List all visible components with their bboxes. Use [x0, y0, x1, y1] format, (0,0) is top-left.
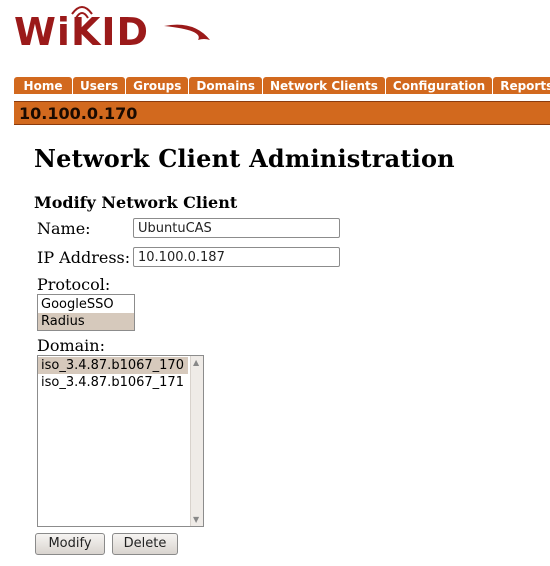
domain-scrollbar[interactable]: ▲ ▼	[190, 356, 203, 526]
tab-configuration[interactable]: Configuration	[385, 77, 493, 94]
tab-reports[interactable]: Reports	[493, 77, 550, 94]
protocol-option-radius[interactable]: Radius	[38, 313, 134, 330]
server-bar: 10.100.0.170	[14, 101, 550, 125]
domain-option-170[interactable]: iso_3.4.87.b1067_170	[38, 357, 188, 374]
domain-listbox[interactable]: iso_3.4.87.b1067_170 iso_3.4.87.b1067_17…	[37, 355, 204, 527]
ip-address-input[interactable]	[133, 247, 340, 267]
page-title: Network Client Administration	[34, 144, 455, 173]
domain-label: Domain:	[37, 336, 105, 355]
tab-domains[interactable]: Domains	[189, 77, 262, 94]
wikid-logo: WiKID	[14, 4, 214, 52]
scroll-down-icon[interactable]: ▼	[193, 515, 199, 524]
name-input[interactable]	[133, 218, 340, 238]
server-ip: 10.100.0.170	[19, 104, 138, 123]
ip-address-label: IP Address:	[37, 248, 131, 267]
delete-button[interactable]: Delete	[112, 533, 178, 555]
tab-users[interactable]: Users	[73, 77, 126, 94]
name-label: Name:	[37, 219, 91, 238]
domain-option-171[interactable]: iso_3.4.87.b1067_171	[38, 374, 188, 391]
tab-groups[interactable]: Groups	[126, 77, 189, 94]
main-nav-tabs: Home Users Groups Domains Network Clients Con…	[14, 77, 550, 95]
logo-swoosh-icon	[71, 6, 210, 40]
tab-network-clients[interactable]: Network Clients	[263, 77, 385, 94]
protocol-label: Protocol:	[37, 275, 111, 294]
section-title: Modify Network Client	[34, 193, 238, 212]
protocol-option-googlesso[interactable]: GoogleSSO	[38, 296, 134, 313]
modify-button[interactable]: Modify	[35, 533, 105, 555]
scroll-up-icon[interactable]: ▲	[193, 358, 199, 367]
tab-home[interactable]: Home	[14, 77, 72, 94]
protocol-listbox[interactable]: GoogleSSO Radius	[37, 294, 135, 331]
